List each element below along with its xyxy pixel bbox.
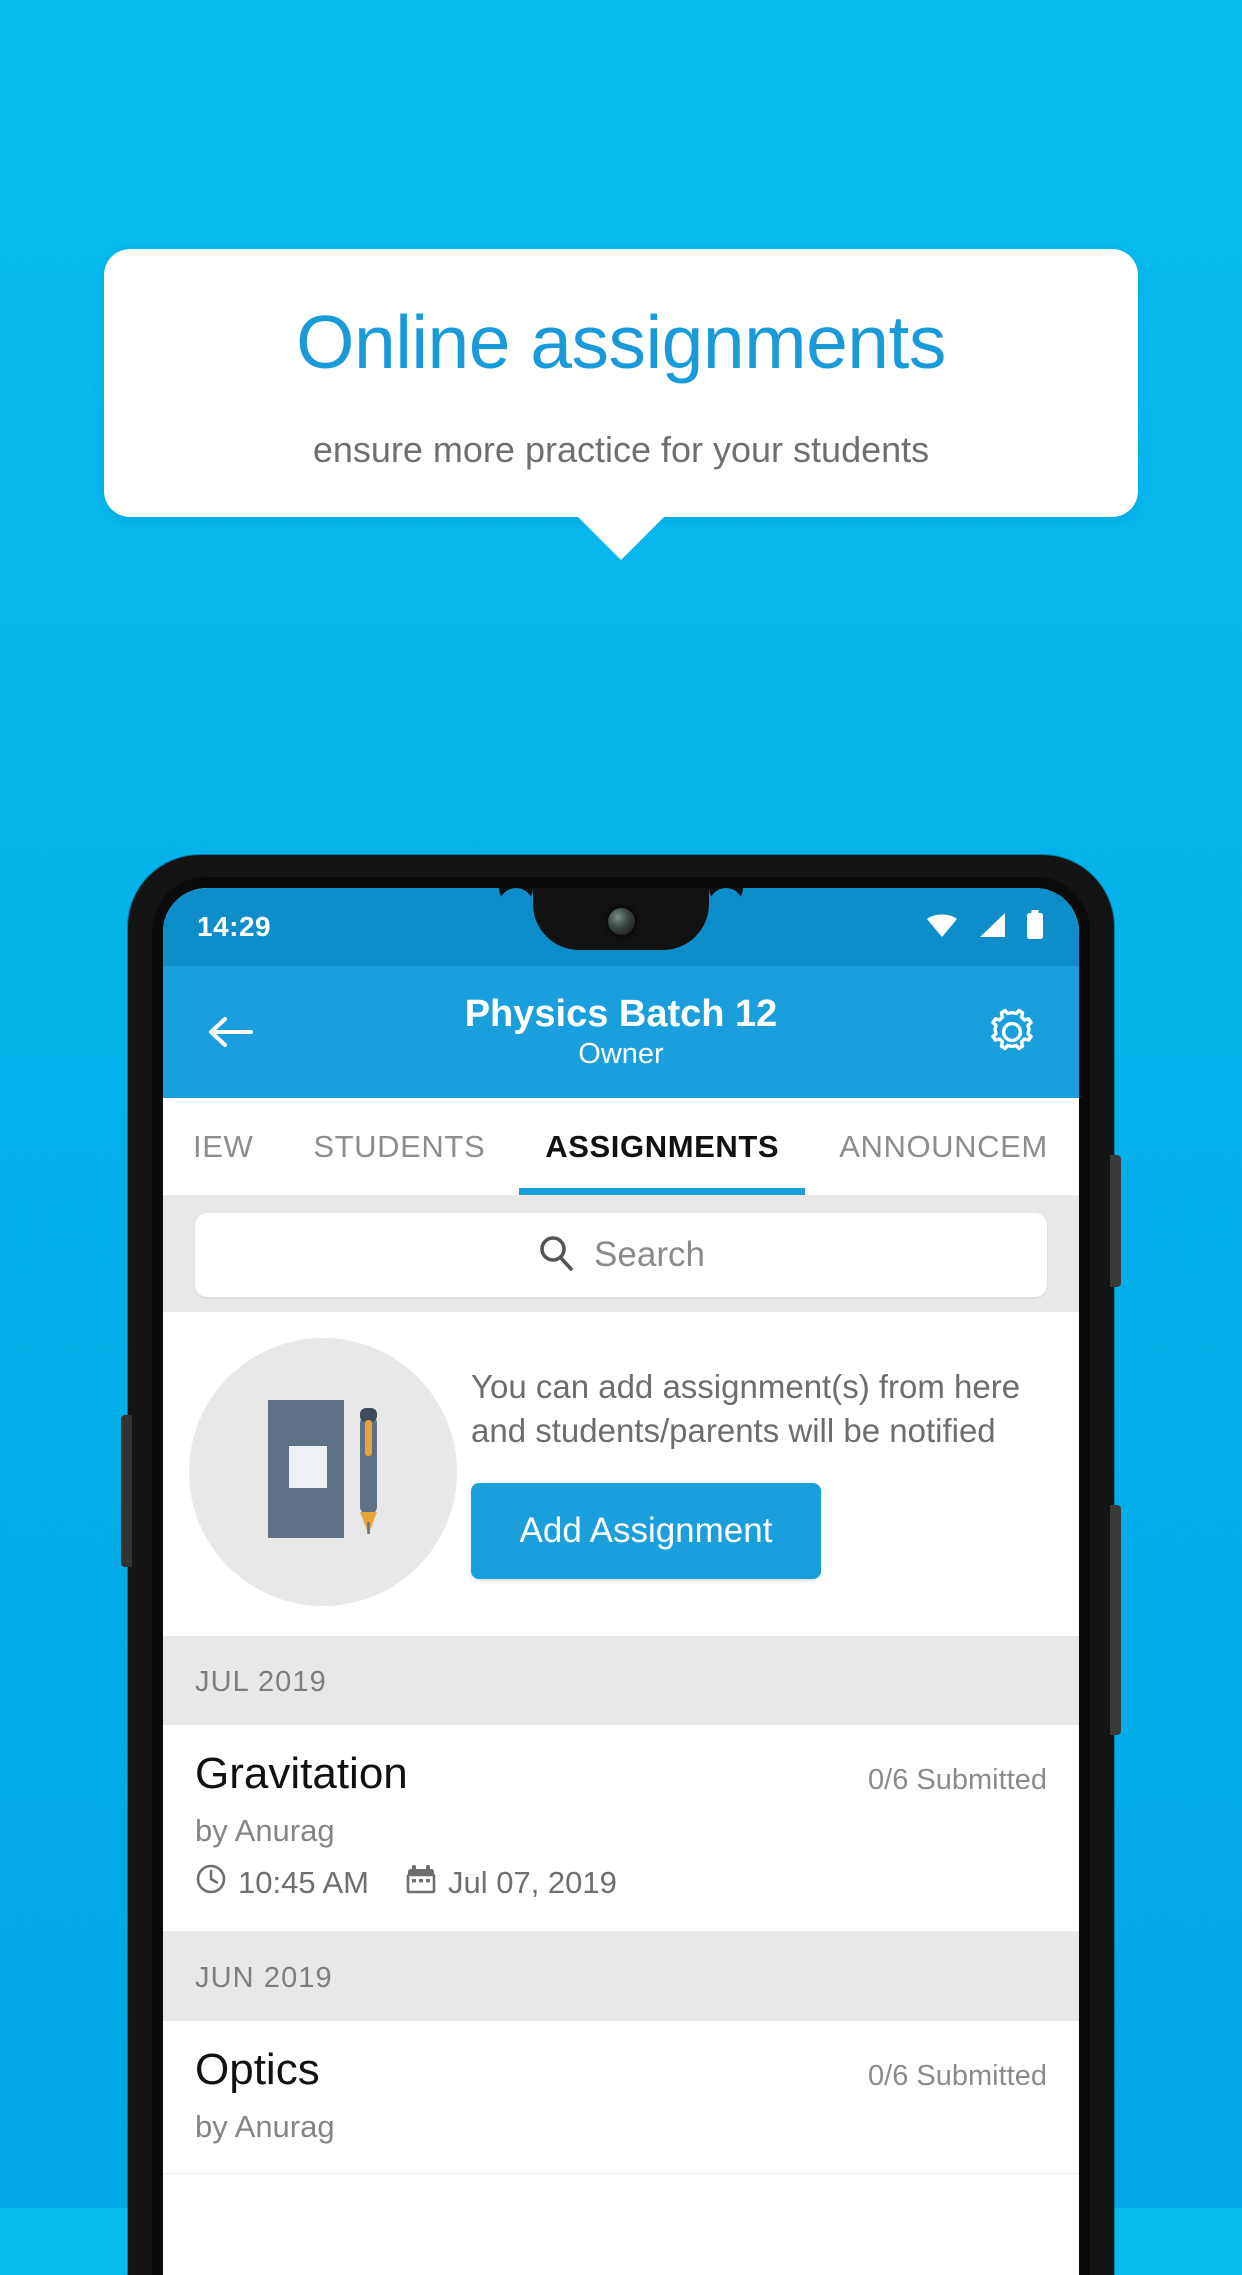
front-camera-icon [607, 908, 635, 935]
promo-card: Online assignments ensure more practice … [104, 249, 1138, 560]
promo-title: Online assignments [296, 300, 946, 384]
tab-students[interactable]: STUDENTS [283, 1098, 515, 1195]
assignment-title: Optics [195, 2045, 320, 2095]
empty-state-message: You can add assignment(s) from here and … [471, 1367, 1021, 1449]
promo-tail-icon [577, 515, 665, 560]
status-bar: 14:29 [163, 888, 1079, 966]
tab-announcements[interactable]: ANNOUNCEM [809, 1098, 1078, 1195]
promo-subtitle: ensure more practice for your students [312, 428, 930, 470]
settings-button[interactable] [979, 999, 1045, 1065]
add-assignment-button[interactable]: Add Assignment [471, 1483, 821, 1580]
calendar-icon [405, 1863, 437, 1903]
app-bar: Physics Batch 12 Owner [163, 966, 1079, 1098]
signal-icon [977, 912, 1007, 943]
promo-banner: Online assignments ensure more practice … [104, 249, 1138, 560]
phone-power-button[interactable] [1110, 1155, 1121, 1287]
page-title: Physics Batch 12 [464, 992, 778, 1035]
status-bar-clock: 14:29 [197, 911, 272, 942]
search-icon [537, 1234, 575, 1277]
tab-assignments[interactable]: ASSIGNMENTS [515, 1098, 809, 1195]
phone-screen: 14:29 Physics Batch 12 Owner IEW STUDENT… [163, 888, 1079, 2275]
assignment-status-badge: 0/6 Submitted [868, 2060, 1047, 2093]
assignment-status-badge: 0/6 Submitted [868, 1764, 1047, 1796]
empty-state-card: You can add assignment(s) from here and … [163, 1312, 1079, 1636]
search-placeholder: Search [594, 1235, 705, 1274]
empty-state-content: You can add assignment(s) from here and … [471, 1365, 1053, 1580]
assignment-author: by Anurag [195, 2109, 335, 2145]
phone-bezel: 14:29 Physics Batch 12 Owner IEW STUDENT… [152, 877, 1090, 2275]
phone-notch [533, 888, 709, 950]
month-header-jun: JUN 2019 [163, 1932, 1079, 2022]
page-subtitle: Owner [578, 1038, 664, 1071]
assignment-header: Gravitation 0/6 Submitted [195, 1749, 1047, 1798]
assignment-date: Jul 07, 2019 [447, 1865, 617, 1901]
app-bar-titles: Physics Batch 12 Owner [263, 993, 979, 1072]
assignment-meta: 10:45 AM Jul 07, 2019 [195, 1863, 1047, 1903]
tab-bar[interactable]: IEW STUDENTS ASSIGNMENTS ANNOUNCEM [163, 1098, 1079, 1196]
notebook-and-pen-icon [189, 1338, 457, 1606]
phone-volume-button[interactable] [121, 1415, 132, 1567]
clock-icon [195, 1863, 227, 1903]
assignment-time: 10:45 AM [238, 1865, 369, 1901]
battery-icon [1025, 909, 1045, 945]
assignment-header: Optics 0/6 Submitted [195, 2045, 1047, 2095]
phone-mockup: 14:29 Physics Batch 12 Owner IEW STUDENT… [121, 855, 1121, 2275]
status-bar-icons [925, 909, 1045, 945]
back-button[interactable] [197, 999, 263, 1065]
assignment-author: by Anurag [195, 1813, 335, 1849]
assignment-title: Gravitation [195, 1749, 408, 1798]
assignment-row-optics[interactable]: Optics 0/6 Submitted by Anurag [163, 2021, 1079, 2175]
tab-overview[interactable]: IEW [163, 1098, 283, 1195]
search-area: Search [163, 1196, 1079, 1312]
wifi-icon [925, 912, 959, 943]
month-header-jul: JUL 2019 [163, 1636, 1079, 1725]
search-input[interactable]: Search [195, 1213, 1047, 1297]
assignment-row-gravitation[interactable]: Gravitation 0/6 Submitted by Anurag 10:4… [163, 1725, 1079, 1933]
phone-volume-rocker[interactable] [1110, 1505, 1121, 1735]
